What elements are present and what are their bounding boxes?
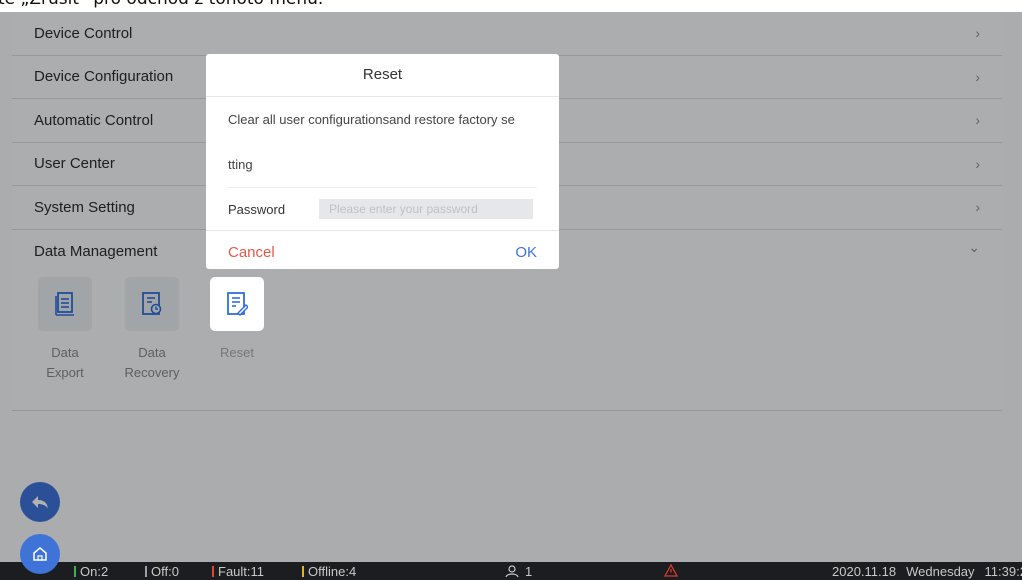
reset-label: Reset (220, 345, 254, 360)
home-icon (33, 547, 47, 561)
dialog-actions: Cancel OK (206, 231, 559, 269)
dialog-message-line-2: tting (228, 142, 537, 188)
warning-icon[interactable] (664, 564, 678, 577)
reset-dialog: Reset Clear all user configurationsand r… (206, 54, 559, 269)
status-on: On:2 (74, 564, 108, 579)
password-row: Password (206, 188, 559, 231)
status-bar: On:2 Off:0 Fault:11 Offline:4 1 2020.11.… (0, 562, 1022, 580)
dialog-title: Reset (206, 54, 559, 97)
reset-icon (210, 277, 264, 331)
user-icon (505, 565, 519, 578)
password-input[interactable] (319, 199, 534, 219)
status-date: 2020.11.18 (832, 564, 897, 579)
on-indicator (74, 566, 76, 577)
dialog-message-line-1: Clear all user configurationsand restore… (228, 112, 515, 127)
status-weekday: Wednesday (906, 564, 975, 579)
status-off-text: Off:0 (151, 564, 179, 579)
reset-tile[interactable]: Reset (210, 277, 264, 363)
document-text: te „Zrušit“ pro odchod z tohoto menu. (0, 0, 1022, 12)
dialog-message: Clear all user configurationsand restore… (206, 97, 559, 188)
status-fault: Fault:11 (212, 564, 264, 579)
app-screen: Device Control › Device Configuration › … (0, 12, 1022, 580)
fault-indicator (212, 566, 214, 577)
status-offline-text: Offline:4 (308, 564, 357, 579)
status-on-text: On:2 (80, 564, 109, 579)
status-offline: Offline:4 (302, 564, 356, 579)
status-fault-text: Fault:11 (218, 564, 265, 579)
status-users: 1 (505, 564, 532, 579)
off-indicator (145, 566, 147, 577)
ok-button[interactable]: OK (515, 244, 537, 261)
status-datetime: 2020.11.18 Wednesday 11:39:2 (832, 564, 1022, 579)
password-label: Password (228, 201, 286, 217)
cancel-button[interactable]: Cancel (228, 244, 275, 261)
status-users-text: 1 (525, 564, 533, 579)
status-off: Off:0 (145, 564, 179, 579)
offline-indicator (302, 566, 304, 577)
home-button[interactable] (20, 534, 60, 574)
status-time: 11:39:2 (984, 564, 1022, 579)
